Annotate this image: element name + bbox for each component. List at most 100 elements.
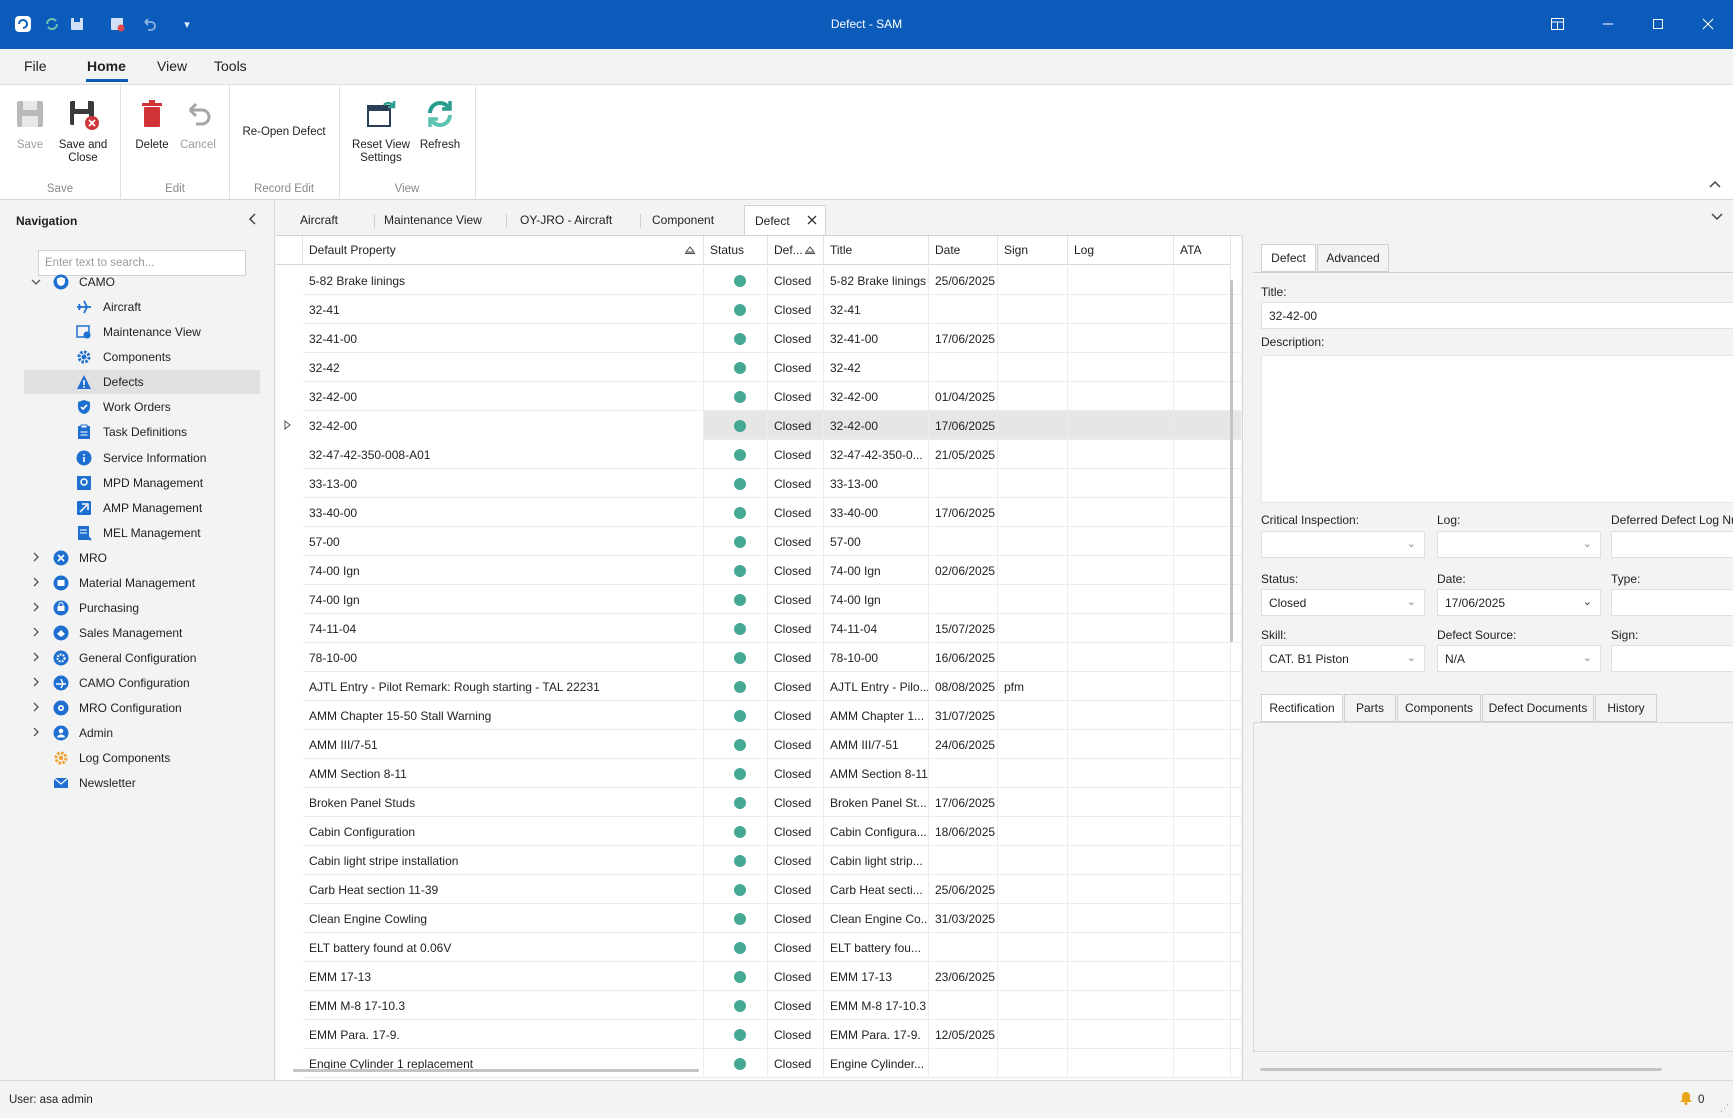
- nav-item-camo[interactable]: CAMO: [24, 270, 260, 294]
- defect-source-select[interactable]: N/A ⌄: [1437, 645, 1601, 672]
- tab-history[interactable]: History: [1595, 694, 1657, 722]
- nav-item-components[interactable]: Components: [24, 345, 260, 369]
- tab-rectification[interactable]: Rectification: [1261, 694, 1343, 722]
- table-row[interactable]: 32-47-42-350-008-A01 Closed 32-47-42-350-0…: [303, 440, 1241, 469]
- grid-horizontal-scrollbar[interactable]: [293, 1069, 699, 1072]
- maximize-button[interactable]: [1643, 10, 1673, 38]
- collapse-navigation-icon[interactable]: [248, 212, 256, 228]
- layout-icon[interactable]: [1542, 10, 1572, 38]
- log-select[interactable]: ⌄: [1437, 531, 1601, 558]
- chevron-right-icon[interactable]: [30, 602, 42, 615]
- date-picker[interactable]: 17/06/2025 ⌄: [1437, 589, 1601, 616]
- nav-item-task-definitions[interactable]: Task Definitions: [24, 420, 260, 444]
- nav-item-service-information[interactable]: Service Information: [24, 446, 260, 470]
- table-row[interactable]: 33-40-00 Closed 33-40-00 17/06/2025: [303, 498, 1241, 527]
- table-row[interactable]: 32-42 Closed 32-42: [303, 353, 1241, 382]
- nav-item-admin[interactable]: Admin: [24, 721, 260, 745]
- refresh-button[interactable]: Refresh: [418, 97, 462, 152]
- nav-item-log-components[interactable]: Log Components: [24, 746, 260, 770]
- table-row[interactable]: 32-41 Closed 32-41: [303, 295, 1241, 324]
- chevron-right-icon[interactable]: [30, 677, 42, 690]
- table-row[interactable]: Carb Heat section 11-39 Closed Carb Heat s…: [303, 875, 1241, 904]
- close-tab-icon[interactable]: [807, 214, 817, 228]
- table-row[interactable]: Engine Cylinder 1 replacement Closed Engin…: [303, 1049, 1241, 1078]
- resize-grip-icon[interactable]: ⋰: [1720, 1103, 1729, 1114]
- table-row[interactable]: 57-00 Closed 57-00: [303, 527, 1241, 556]
- nav-item-camo-configuration[interactable]: CAMO Configuration: [24, 671, 260, 695]
- nav-item-sales-management[interactable]: Sales Management: [24, 621, 260, 645]
- chevron-right-icon[interactable]: [30, 627, 42, 640]
- table-row[interactable]: EMM Para. 17-9. Closed EMM Para. 17-9. 12/0…: [303, 1020, 1241, 1049]
- menu-tab-tools[interactable]: Tools: [214, 58, 247, 74]
- column-header-date[interactable]: Date: [929, 236, 998, 265]
- nav-item-mro[interactable]: MRO: [24, 546, 260, 570]
- table-row[interactable]: AMM III/7-51 Closed AMM III/7-51 24/06/2025: [303, 730, 1241, 759]
- detail-horizontal-scrollbar[interactable]: [1260, 1068, 1662, 1071]
- doc-tab-oy-jro-aircraft[interactable]: OY-JRO - Aircraft: [520, 205, 612, 235]
- column-header-default-property[interactable]: Default Property: [303, 236, 704, 265]
- bell-icon[interactable]: [1679, 1091, 1693, 1108]
- table-row[interactable]: 5-82 Brake linings Closed 5-82 Brake linin…: [303, 266, 1241, 295]
- save-and-close-button[interactable]: Save and Close: [56, 97, 110, 165]
- table-row[interactable]: AMM Chapter 15-50 Stall Warning Closed AMM…: [303, 701, 1241, 730]
- tab-parts[interactable]: Parts: [1344, 694, 1396, 722]
- table-row[interactable]: 74-00 Ign Closed 74-00 Ign: [303, 585, 1241, 614]
- table-row[interactable]: 74-00 Ign Closed 74-00 Ign 02/06/2025: [303, 556, 1241, 585]
- doc-tab-maintenance-view[interactable]: Maintenance View: [384, 205, 482, 235]
- nav-item-mel-management[interactable]: MEL Management: [24, 521, 260, 545]
- delete-button[interactable]: Delete: [132, 97, 172, 152]
- tab-defect-documents[interactable]: Defect Documents: [1482, 694, 1594, 722]
- menu-tab-file[interactable]: File: [24, 58, 47, 74]
- save-button[interactable]: Save: [12, 97, 48, 152]
- chevron-right-icon[interactable]: [30, 552, 42, 565]
- nav-item-maintenance-view[interactable]: Maintenance View: [24, 320, 260, 344]
- column-header-ata[interactable]: ATA: [1174, 236, 1231, 265]
- table-row[interactable]: ELT battery found at 0.06V Closed ELT batt…: [303, 933, 1241, 962]
- type-field[interactable]: [1611, 589, 1733, 616]
- table-row[interactable]: 32-42-00 Closed 32-42-00 17/06/2025: [303, 411, 1241, 440]
- menu-tab-home[interactable]: Home: [87, 58, 126, 74]
- reset-view-settings-button[interactable]: Reset View Settings: [350, 97, 412, 165]
- reopen-defect-button[interactable]: Re-Open Defect: [240, 126, 328, 139]
- table-row[interactable]: Cabin light stripe installation Closed Cab…: [303, 846, 1241, 875]
- table-row[interactable]: 33-13-00 Closed 33-13-00: [303, 469, 1241, 498]
- doc-tab-component[interactable]: Component: [652, 205, 714, 235]
- minimize-button[interactable]: [1593, 10, 1623, 38]
- column-header-log[interactable]: Log: [1068, 236, 1174, 265]
- cancel-button[interactable]: Cancel: [178, 97, 218, 152]
- table-row[interactable]: 78-10-00 Closed 78-10-00 16/06/2025: [303, 643, 1241, 672]
- table-row[interactable]: Broken Panel Studs Closed Broken Panel St.…: [303, 788, 1241, 817]
- table-row[interactable]: 74-11-04 Closed 74-11-04 15/07/2025: [303, 614, 1241, 643]
- grid-vertical-scrollbar[interactable]: [1230, 280, 1233, 642]
- column-header-status[interactable]: Status: [704, 236, 768, 265]
- tab-components[interactable]: Components: [1397, 694, 1481, 722]
- nav-item-amp-management[interactable]: AMP Management: [24, 496, 260, 520]
- nav-item-material-management[interactable]: Material Management: [24, 571, 260, 595]
- table-row[interactable]: Cabin Configuration Closed Cabin Configura…: [303, 817, 1241, 846]
- chevron-right-icon[interactable]: [30, 652, 42, 665]
- nav-item-defects[interactable]: Defects: [24, 370, 260, 394]
- tab-overflow-icon[interactable]: [1711, 209, 1723, 224]
- tab-defect[interactable]: Defect: [1261, 244, 1316, 272]
- column-header-title[interactable]: Title: [824, 236, 929, 265]
- table-row[interactable]: EMM 17-13 Closed EMM 17-13 23/06/2025: [303, 962, 1241, 991]
- nav-item-general-configuration[interactable]: General Configuration: [24, 646, 260, 670]
- doc-tab-defect[interactable]: Defect: [744, 205, 826, 235]
- nav-item-mro-configuration[interactable]: MRO Configuration: [24, 696, 260, 720]
- status-select[interactable]: Closed ⌄: [1261, 589, 1425, 616]
- critical-inspection-select[interactable]: ⌄: [1261, 531, 1425, 558]
- nav-item-newsletter[interactable]: Newsletter: [24, 771, 260, 795]
- chevron-right-icon[interactable]: [30, 702, 42, 715]
- sign-field[interactable]: [1611, 645, 1733, 672]
- table-row[interactable]: AMM Section 8-11 Closed AMM Section 8-11: [303, 759, 1241, 788]
- skill-select[interactable]: CAT. B1 Piston ⌄: [1261, 645, 1425, 672]
- nav-item-aircraft[interactable]: Aircraft: [24, 295, 260, 319]
- description-field[interactable]: [1261, 355, 1733, 503]
- table-row[interactable]: EMM M-8 17-10.3 Closed EMM M-8 17-10.3: [303, 991, 1241, 1020]
- collapse-ribbon-icon[interactable]: [1709, 175, 1721, 191]
- close-button[interactable]: [1693, 10, 1723, 38]
- deferred-defect-log-field[interactable]: [1611, 531, 1733, 558]
- chevron-down-icon[interactable]: [30, 276, 42, 288]
- nav-item-mpd-management[interactable]: MPD Management: [24, 471, 260, 495]
- table-row[interactable]: AJTL Entry - Pilot Remark: Rough startin…: [303, 672, 1241, 701]
